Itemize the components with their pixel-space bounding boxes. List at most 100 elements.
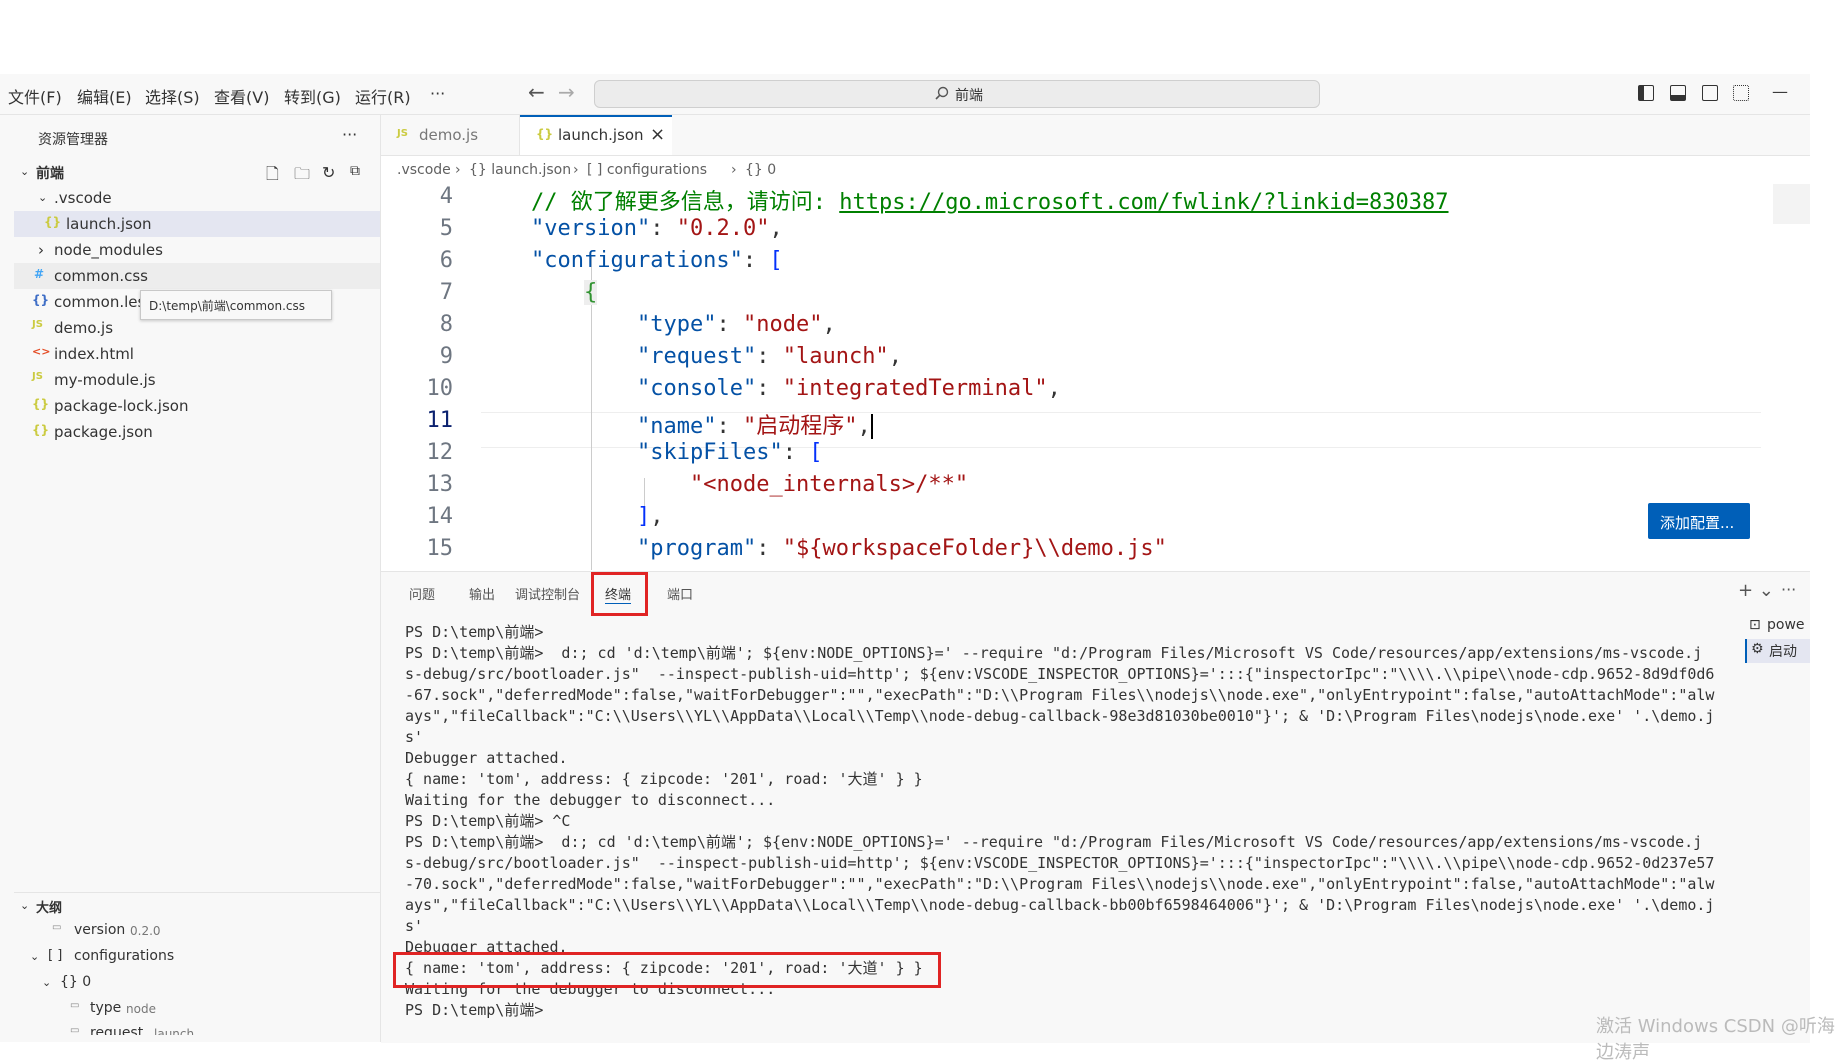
code-line: "<node_internals>/**" (690, 472, 969, 497)
code-line: "request": "launch", (637, 344, 902, 369)
toggle-secondary-sidebar-icon[interactable] (1702, 85, 1718, 101)
command-center-search[interactable]: 前端 (594, 80, 1320, 108)
terminal-line: PS D:\temp\前端> d:; cd 'd:\temp\前端'; ${en… (405, 833, 1703, 851)
json-icon: {} (44, 215, 62, 229)
line-number: 15 (426, 536, 454, 561)
outline-title: 大纲 (36, 901, 63, 916)
chevron-down-icon: ⌄ (42, 976, 52, 989)
outline-header[interactable]: ⌄ 大纲 (14, 892, 380, 919)
tab-output[interactable]: 输出 (469, 584, 495, 603)
tree-item-package-json[interactable]: {} package.json (14, 419, 380, 445)
line-number: 5 (439, 216, 453, 241)
tab-problems[interactable]: 问题 (409, 584, 435, 603)
terminal-list-label: powe (1767, 617, 1805, 633)
collapse-all-icon[interactable]: ⧉ (350, 163, 360, 179)
refresh-icon[interactable]: ↻ (322, 163, 335, 182)
tree-item-common-css[interactable]: # common.css (14, 263, 380, 289)
tree-item-package-lock-json[interactable]: {} package-lock.json (14, 393, 380, 419)
tree-item-my-module-js[interactable]: JS my-module.js (14, 367, 380, 393)
line-number: 12 (426, 440, 454, 465)
gear-icon: ⚙ (1751, 641, 1764, 657)
outline-label: configurations (74, 948, 175, 964)
js-icon: JS (32, 319, 43, 330)
tree-item-launch-json[interactable]: {} launch.json (14, 211, 380, 237)
menu-file[interactable]: 文件(F) (8, 84, 62, 108)
search-icon (935, 86, 949, 100)
menu-more[interactable]: ··· (430, 84, 445, 103)
tab-label: demo.js (419, 126, 479, 144)
forward-arrow-icon[interactable]: → (558, 80, 575, 104)
string-icon: ▭ (70, 1025, 80, 1035)
terminal-line: ays","fileCallback":"C:\\Users\\YL\\AppD… (405, 896, 1715, 914)
outline-item-configurations[interactable]: ⌄ [ ] configurations (14, 944, 380, 970)
outline-item-type[interactable]: ▭ type node (14, 996, 380, 1022)
code-line: ], (637, 504, 664, 529)
tree-item-label: demo.js (54, 319, 114, 337)
tree-item-label: launch.json (66, 215, 152, 233)
menu-edit[interactable]: 编辑(E) (77, 84, 132, 108)
terminal-line: PS D:\temp\前端> ^C (405, 812, 571, 830)
outline-item-version[interactable]: ▭ version 0.2.0 (14, 918, 380, 944)
menu-selection[interactable]: 选择(S) (145, 84, 200, 108)
js-icon: JS (32, 371, 43, 382)
tree-item-label: node_modules (54, 241, 163, 259)
explorer-sidebar: 资源管理器 ··· ⌄ 前端 🗋 🗀 ↻ ⧉ ⌄ .vscode {} laun… (0, 115, 381, 1042)
toggle-panel-icon[interactable] (1670, 85, 1686, 101)
terminal-list-item[interactable]: ⊡ powe (1745, 615, 1810, 639)
tab-demo-js[interactable]: JS demo.js (381, 115, 520, 155)
menu-run[interactable]: 运行(R) (355, 84, 411, 108)
less-icon: {} (32, 293, 50, 307)
minimize-button[interactable]: — (1772, 82, 1788, 101)
code-line: "program": "${workspaceFolder}\\demo.js" (637, 536, 1167, 561)
outline-value: launch (154, 1027, 195, 1035)
close-icon[interactable]: × (650, 124, 665, 145)
tab-debug-console[interactable]: 调试控制台 (515, 584, 580, 603)
editor-tab-bar: JS demo.js {} launch.json × (381, 115, 1810, 156)
css-icon: # (34, 267, 45, 281)
breadcrumb-item[interactable]: .vscode (397, 162, 451, 178)
breadcrumb-item[interactable]: {} 0 (745, 162, 776, 178)
json-icon: {} (32, 423, 50, 437)
js-icon: JS (397, 128, 408, 139)
string-icon: ▭ (70, 1000, 80, 1011)
back-arrow-icon[interactable]: ← (528, 80, 545, 104)
minimap[interactable] (1773, 184, 1810, 224)
tab-ports[interactable]: 端口 (667, 584, 693, 603)
terminal-tab-highlight-box (591, 572, 648, 616)
add-configuration-button[interactable]: 添加配置... (1648, 503, 1750, 539)
breadcrumb: .vscode › {} launch.json › [ ] configura… (381, 156, 1810, 184)
line-number: 8 (439, 312, 453, 337)
outline-label: request (90, 1025, 144, 1035)
folder-root[interactable]: ⌄ 前端 🗋 🗀 ↻ ⧉ (14, 159, 380, 185)
chevron-down-icon: ⌄ (38, 191, 48, 204)
terminal-list-item[interactable]: ⚙ 启动 (1745, 639, 1810, 663)
menu-view[interactable]: 查看(V) (214, 84, 269, 108)
customize-layout-icon[interactable] (1733, 85, 1749, 101)
json-icon: {} (32, 397, 50, 411)
terminal-line: -70.sock","deferredMode":false,"waitForD… (405, 875, 1715, 893)
tree-item-index-html[interactable]: <> index.html (14, 341, 380, 367)
terminal-line: s' (405, 728, 424, 746)
tree-item-vscode[interactable]: ⌄ .vscode (14, 185, 380, 211)
code-line: "name": "启动程序",​ (637, 414, 873, 439)
outline-item-object-0[interactable]: ⌄ {} 0 (14, 970, 380, 996)
line-number: 13 (426, 472, 454, 497)
tree-item-node-modules[interactable]: › node_modules (14, 237, 380, 263)
bottom-panel: 问题 输出 调试控制台 终端 端口 + ⌄ ··· PS D:\temp\前端>… (381, 571, 1810, 1043)
menu-go[interactable]: 转到(G) (284, 84, 341, 108)
code-line: // 欲了解更多信息，请访问: https://go.microsoft.com… (531, 190, 1449, 215)
tab-launch-json[interactable]: {} launch.json × (520, 115, 672, 155)
breadcrumb-item[interactable]: [ ] configurations (587, 162, 707, 178)
terminal-line: PS D:\temp\前端> d:; cd 'd:\temp\前端'; ${en… (405, 644, 1703, 662)
tree-item-label: common.les (54, 293, 146, 311)
toggle-primary-sidebar-icon[interactable] (1638, 85, 1654, 101)
tab-label: launch.json (558, 126, 644, 144)
watermark: 激活 Windows CSDN @听海边涛声 (1596, 1016, 1835, 1063)
code-editor[interactable]: 4 5 6 7 8 9 10 11 12 13 14 15 // 欲了解更多信息… (381, 184, 1810, 570)
breadcrumb-item[interactable]: {} launch.json (469, 162, 571, 178)
new-terminal-button[interactable]: + ⌄ (1738, 580, 1774, 601)
panel-more-button[interactable]: ··· (1781, 580, 1796, 599)
code-line: "skipFiles": [ (637, 440, 823, 465)
outline-item-request[interactable]: ▭ request launch (14, 1021, 380, 1035)
explorer-more-button[interactable]: ··· (342, 125, 357, 144)
